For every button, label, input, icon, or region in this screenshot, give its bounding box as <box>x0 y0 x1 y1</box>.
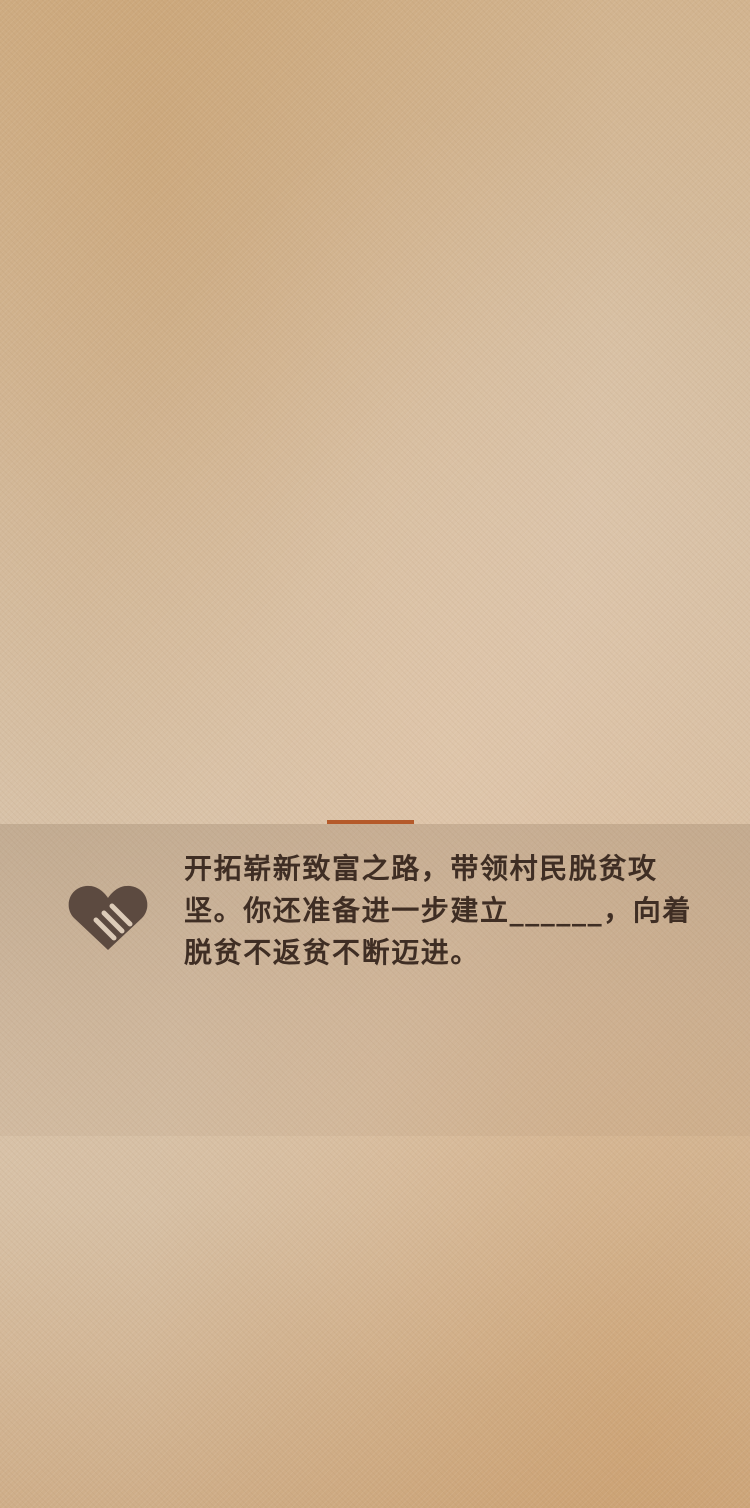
paper-texture-background <box>0 0 750 1508</box>
heart-hand-icon <box>68 885 148 950</box>
question-text: 开拓崭新致富之路，带领村民脱贫攻坚。你还准备进一步建立______，向着脱贫不返… <box>184 852 693 969</box>
